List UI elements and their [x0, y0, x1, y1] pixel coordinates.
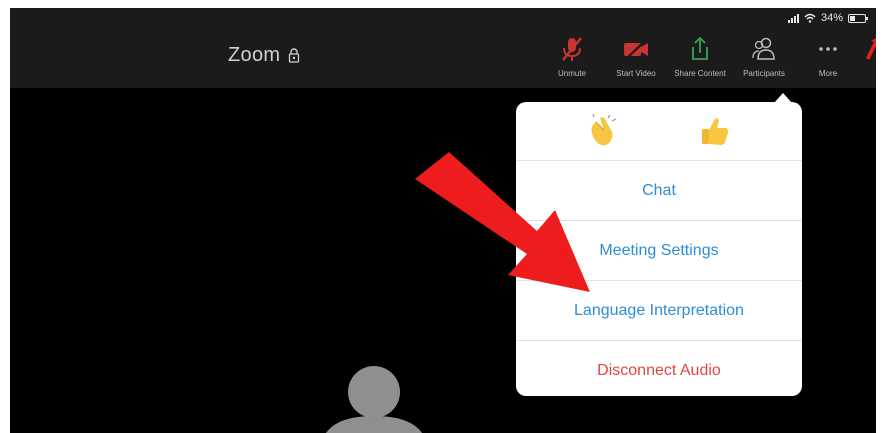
meeting-controls: Unmute Start Video Share Content Partici…	[540, 34, 860, 84]
top-toolbar: 34% Zoom Unmute Start Video Share Conten…	[10, 8, 876, 88]
battery-percentage: 34%	[820, 12, 843, 24]
more-dots-icon	[819, 47, 837, 51]
share-content-label: Share Content	[674, 69, 726, 78]
start-video-label: Start Video	[616, 69, 656, 78]
share-content-button[interactable]: Share Content	[668, 34, 732, 84]
participant-avatar-icon	[326, 366, 422, 433]
participants-label: Participants	[743, 69, 785, 78]
unmute-button[interactable]: Unmute	[540, 34, 604, 84]
more-button[interactable]: More	[796, 34, 860, 84]
meeting-title-text: Zoom	[228, 44, 281, 66]
more-label: More	[818, 69, 838, 78]
clapping-hands-icon[interactable]	[586, 114, 620, 148]
start-video-button[interactable]: Start Video	[604, 34, 668, 84]
participants-button[interactable]: Participants	[732, 34, 796, 84]
red-arrow-annotation-icon	[415, 152, 590, 292]
disconnect-audio-menu-item[interactable]: Disconnect Audio	[516, 341, 802, 400]
wifi-icon	[804, 13, 816, 23]
ios-status-bar: 34%	[787, 12, 868, 24]
video-off-icon	[624, 39, 648, 60]
share-upload-icon	[692, 36, 708, 60]
participants-icon	[752, 37, 775, 60]
battery-icon	[848, 13, 868, 23]
thumbs-up-icon[interactable]	[698, 114, 732, 148]
cellular-signal-icon	[787, 13, 799, 23]
red-arrow-annotation-icon	[866, 37, 876, 60]
meeting-title[interactable]: Zoom	[228, 44, 300, 67]
unmute-label: Unmute	[557, 69, 586, 78]
lock-icon	[289, 48, 300, 63]
menu-caret	[774, 93, 792, 103]
muted-microphone-icon	[562, 37, 582, 61]
